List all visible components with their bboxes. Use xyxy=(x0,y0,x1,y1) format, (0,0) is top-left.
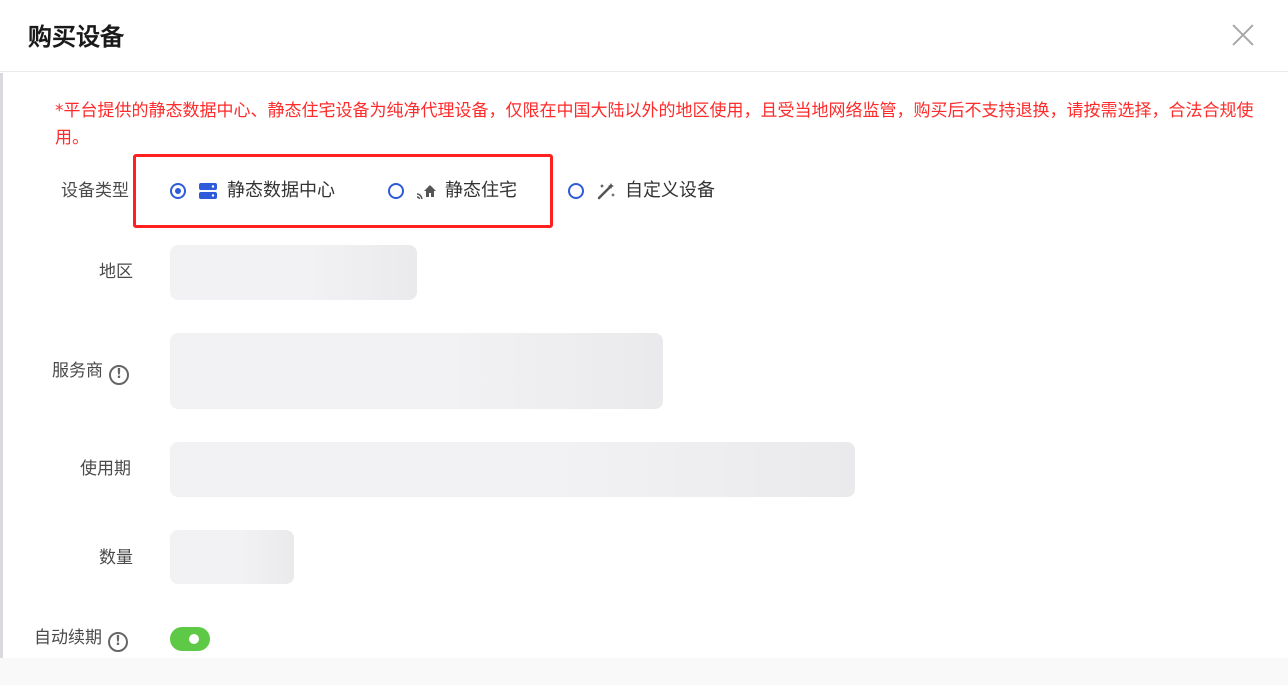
info-icon[interactable]: ! xyxy=(108,632,128,652)
period-label: 使用期 xyxy=(80,459,131,479)
close-icon[interactable] xyxy=(1226,18,1260,52)
residential-icon xyxy=(416,181,436,201)
radio-selected-dot[interactable] xyxy=(170,183,186,199)
radio-static-residential[interactable]: 静态住宅 xyxy=(388,176,517,206)
radio-static-datacenter[interactable]: 静态数据中心 xyxy=(170,176,335,206)
radio-empty-circle[interactable] xyxy=(568,183,584,199)
provider-label: 服务商 xyxy=(52,361,103,381)
auto-renew-label-row: 自动续期! xyxy=(34,626,128,652)
dialog-header: 购买设备 xyxy=(0,0,1288,72)
region-label: 地区 xyxy=(99,262,133,282)
auto-renew-label: 自动续期 xyxy=(34,628,102,648)
dialog-footer xyxy=(0,658,1288,685)
radio-custom-device[interactable]: 自定义设备 xyxy=(568,176,715,206)
info-icon[interactable]: ! xyxy=(109,365,129,385)
device-type-label: 设备类型 xyxy=(61,181,129,201)
period-options-placeholder[interactable] xyxy=(170,442,855,497)
toggle-knob xyxy=(189,634,199,644)
quantity-input-placeholder[interactable] xyxy=(170,530,294,584)
auto-renew-toggle[interactable] xyxy=(170,627,210,651)
notice-text: *平台提供的静态数据中心、静态住宅设备为纯净代理设备，仅限在中国大陆以外的地区使… xyxy=(55,101,1254,148)
radio-label-static-datacenter: 静态数据中心 xyxy=(227,180,335,201)
provider-options-placeholder[interactable] xyxy=(170,333,663,409)
radio-empty-circle[interactable] xyxy=(388,183,404,199)
radio-label-custom-device: 自定义设备 xyxy=(625,180,715,201)
provider-label-row: 服务商! xyxy=(52,359,129,385)
server-icon xyxy=(198,181,218,201)
dialog-title: 购买设备 xyxy=(28,23,124,51)
scroll-indicator xyxy=(0,73,3,658)
quantity-label: 数量 xyxy=(99,548,133,568)
magic-wand-icon xyxy=(596,181,616,201)
region-select-placeholder[interactable] xyxy=(170,245,417,300)
radio-label-static-residential: 静态住宅 xyxy=(445,180,517,201)
